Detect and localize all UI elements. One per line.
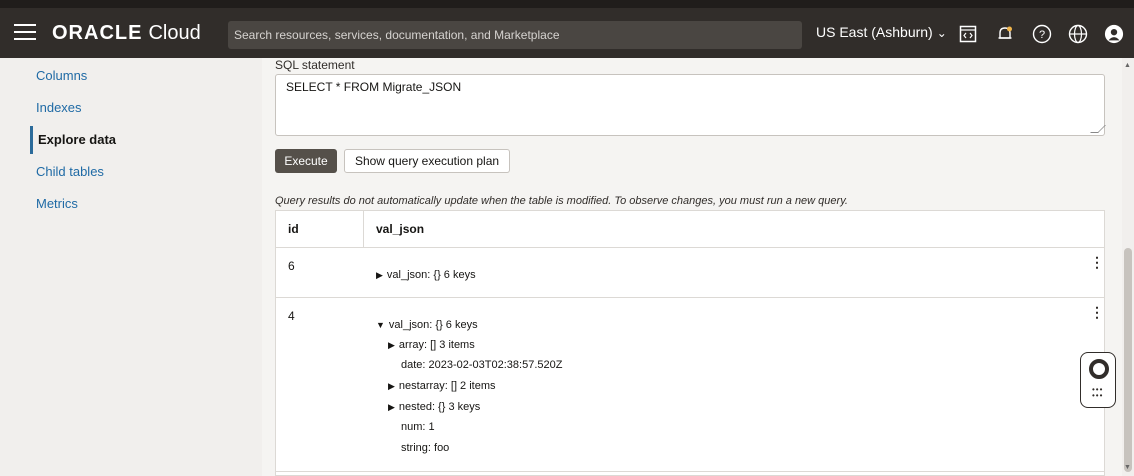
logo-brand: ORACLE [52,22,143,44]
search-input[interactable]: Search resources, services, documentatio… [228,21,802,49]
expand-arrow-icon: ▶ [388,402,395,412]
column-header-id[interactable]: id [288,211,299,247]
help-widget[interactable]: ••• ••• [1080,352,1116,408]
expand-arrow-icon: ▶ [376,270,383,280]
row-id-cell: 4 [288,309,295,323]
sidebar-item-child-tables[interactable]: Child tables [30,158,104,186]
sql-statement-text: SELECT * FROM Migrate_JSON [286,80,462,94]
sidebar-item-indexes[interactable]: Indexes [30,94,82,122]
json-node-text: nested: {} 3 keys [398,401,481,413]
globe-icon[interactable] [1068,24,1088,44]
page-scrollbar[interactable]: ▲ ▼ [1122,58,1134,476]
resize-handle-icon[interactable] [1090,125,1106,133]
json-node-text: num: 1 [401,421,435,433]
browser-strip [0,0,1134,8]
row-actions-menu-icon[interactable]: ⋮ [1090,255,1104,269]
expand-arrow-icon: ▶ [388,340,395,350]
scroll-thumb[interactable] [1124,248,1132,472]
region-label: US East (Ashburn) [816,24,933,40]
oracle-cloud-logo[interactable]: ORACLE Cloud [52,22,201,45]
json-leaf-node: string: foo [401,442,449,454]
execute-button[interactable]: Execute [275,149,337,173]
json-tree-node[interactable]: ▼ val_json: {} 6 keys [376,319,478,331]
json-node-text: val_json: {} 6 keys [388,319,478,331]
sidebar-item-metrics[interactable]: Metrics [30,190,78,218]
expand-arrow-icon: ▶ [388,381,395,391]
json-tree-node[interactable]: ▶ nestarray: [] 2 items [388,380,496,392]
json-leaf-node: num: 1 [401,421,435,433]
header-divider [363,211,364,247]
lifebuoy-icon [1089,359,1109,379]
row-divider [276,297,1104,298]
svg-text:?: ? [1039,29,1045,41]
bell-icon[interactable] [995,24,1015,44]
sidebar-item-columns[interactable]: Columns [30,62,87,90]
scroll-down-arrow-icon[interactable]: ▼ [1124,464,1131,471]
json-node-text: val_json: {} 6 keys [386,269,476,281]
region-selector[interactable]: US East (Ashburn) ⌄ [816,24,947,40]
results-table: id val_json 6 ▶ val_json: {} 6 keys ⋮ 4 ⋮… [275,210,1105,476]
json-node-text: date: 2023-02-03T02:38:57.520Z [401,359,563,371]
code-editor-icon[interactable] [958,24,978,44]
column-header-val-json[interactable]: val_json [376,211,424,247]
json-tree-node[interactable]: ▶ array: [] 3 items [388,339,475,351]
grid-dots-icon: ••• ••• [1092,385,1104,400]
json-tree-node[interactable]: ▶ nested: {} 3 keys [388,401,480,413]
sql-statement-input[interactable]: SELECT * FROM Migrate_JSON [275,74,1106,136]
json-node-text: array: [] 3 items [398,339,475,351]
logo-product: Cloud [148,22,201,44]
query-results-note: Query results do not automatically updat… [275,195,848,207]
scroll-up-arrow-icon[interactable]: ▲ [1124,62,1131,69]
collapse-arrow-icon: ▼ [376,320,385,330]
row-actions-menu-icon[interactable]: ⋮ [1090,305,1104,319]
json-tree-node[interactable]: ▶ val_json: {} 6 keys [376,269,476,281]
row-divider [276,471,1104,472]
help-icon[interactable]: ? [1032,24,1052,44]
json-node-text: string: foo [401,442,450,454]
json-node-text: nestarray: [] 2 items [398,380,496,392]
json-leaf-node: date: 2023-02-03T02:38:57.520Z [401,359,562,371]
sql-statement-label: SQL statement [275,58,355,72]
row-id-cell: 6 [288,259,295,273]
explore-data-panel: SQL statement SELECT * FROM Migrate_JSON… [262,58,1122,476]
chevron-down-icon: ⌄ [936,26,947,40]
show-query-plan-button[interactable]: Show query execution plan [344,149,510,173]
sidebar-item-explore-data[interactable]: Explore data [30,126,116,154]
sidebar: Columns Indexes Explore data Child table… [0,58,262,476]
top-bar: ORACLE Cloud Search resources, services, … [0,0,1134,58]
profile-icon[interactable] [1104,24,1124,44]
menu-icon[interactable] [14,24,36,42]
row-divider [276,247,1104,248]
